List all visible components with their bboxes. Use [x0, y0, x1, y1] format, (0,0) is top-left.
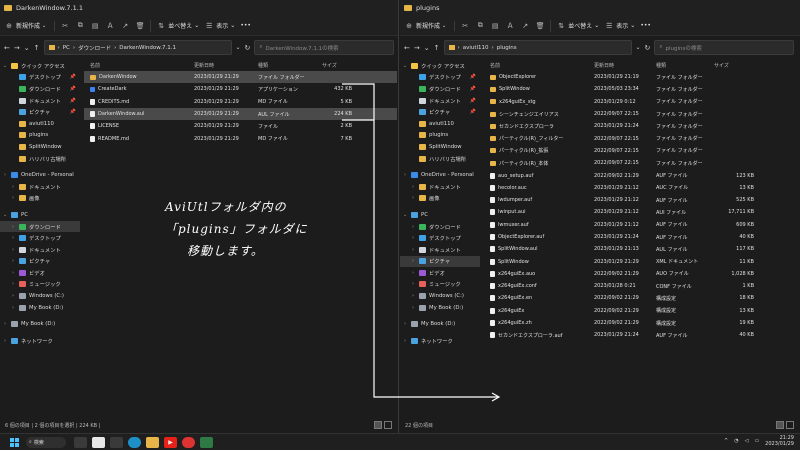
edge-icon[interactable] — [128, 436, 141, 448]
wifi-icon[interactable]: ◔ — [734, 438, 738, 444]
chevron-up-icon[interactable]: ^ — [724, 438, 728, 444]
clock-date: 2023/01/29 — [765, 441, 794, 447]
search-icon: ⌕ — [29, 439, 32, 445]
speaker-icon[interactable]: ◁ — [745, 438, 749, 444]
widgets-icon[interactable] — [110, 436, 123, 448]
app-icon[interactable] — [182, 436, 195, 448]
youtube-icon[interactable]: ▶ — [164, 436, 177, 448]
clock[interactable]: 21:29 2023/01/29 — [765, 435, 794, 447]
app-icon[interactable] — [200, 436, 213, 448]
drag-arrow-overlay — [342, 83, 501, 402]
taskbar-search[interactable]: ⌕ 検索 — [26, 436, 66, 448]
system-tray: ^ ◔ ◁ ▭ 21:29 2023/01/29 — [724, 435, 794, 447]
taskbar: ⌕ 検索 ▶ ^ ◔ ◁ ▭ 21:29 2023/01/29 — [0, 433, 800, 450]
file-explorer-icon[interactable] — [146, 436, 159, 448]
arrow-line — [342, 83, 498, 398]
calendar-app-icon[interactable] — [92, 436, 105, 448]
start-icon[interactable] — [8, 437, 21, 448]
task-view-icon[interactable] — [74, 436, 87, 448]
battery-icon[interactable]: ▭ — [754, 438, 759, 444]
